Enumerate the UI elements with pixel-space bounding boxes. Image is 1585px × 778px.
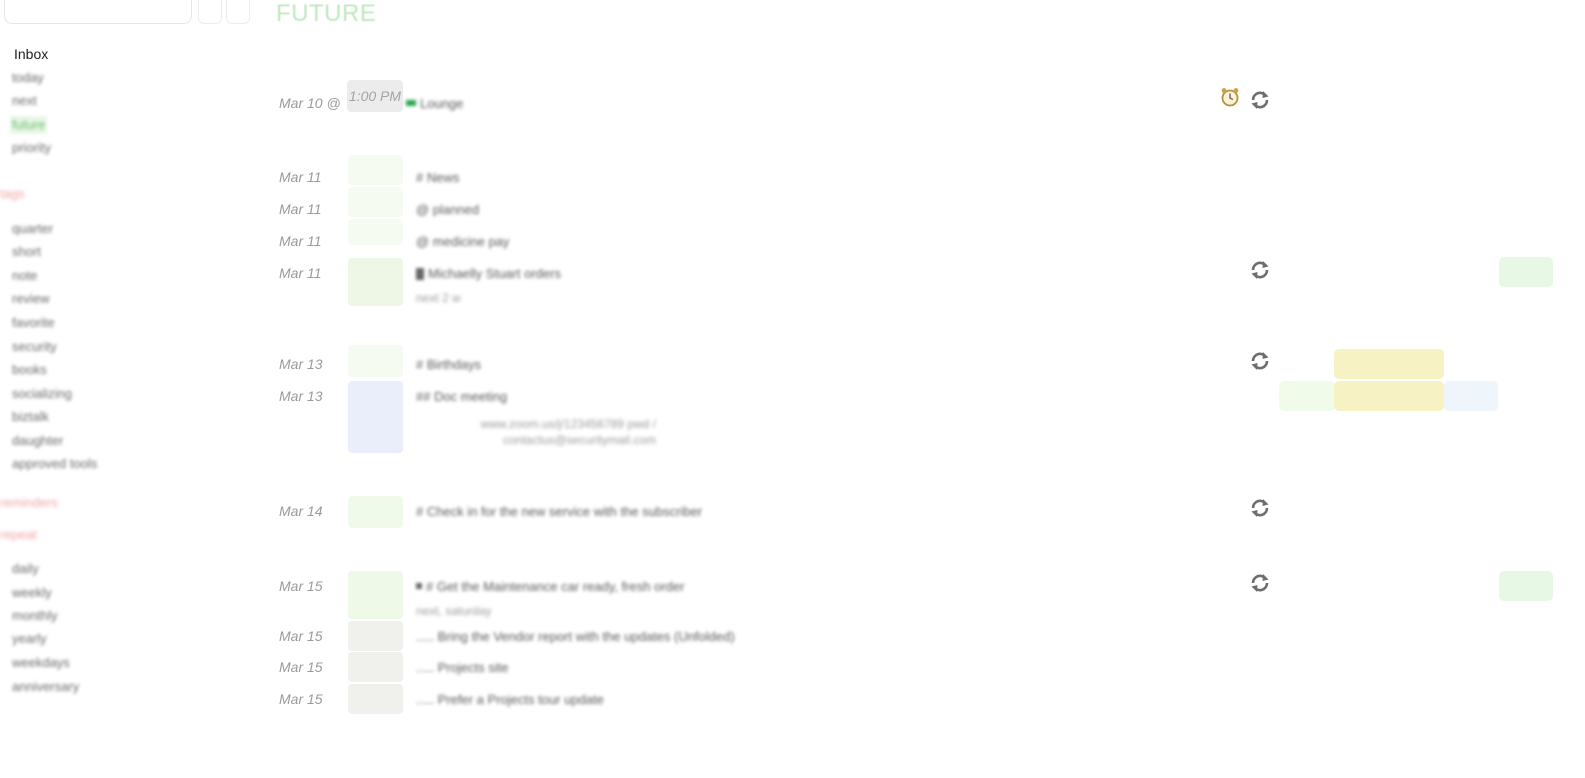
tag-chip[interactable]	[1499, 571, 1553, 601]
repeat-icon[interactable]	[1249, 572, 1271, 594]
sidebar-repeat[interactable]: daily	[12, 560, 39, 578]
tag-chip[interactable]	[1499, 257, 1553, 287]
task-title[interactable]: ..... Projects site	[416, 659, 508, 677]
task-color-swatch	[348, 219, 403, 245]
sidebar-tag[interactable]: security	[12, 338, 57, 356]
task-color-swatch	[348, 684, 403, 714]
task-color-swatch	[348, 345, 403, 377]
sidebar-tag[interactable]: favorite	[12, 314, 55, 332]
search-button[interactable]	[198, 0, 222, 24]
task-title-text: # Get the Maintenance car ready, fresh o…	[426, 579, 685, 594]
task-color-swatch	[348, 621, 403, 651]
sidebar-tag[interactable]: biztalk	[12, 408, 49, 426]
task-title-text: Lounge	[420, 96, 464, 111]
tag-chip[interactable]	[1334, 381, 1444, 411]
sidebar-item-priority[interactable]: priority	[12, 139, 51, 157]
task-title[interactable]: ## Doc meeting	[416, 388, 507, 406]
sidebar-repeat[interactable]: yearly	[12, 630, 47, 648]
menu-button[interactable]	[226, 0, 250, 24]
sidebar-item-inbox[interactable]: Inbox	[14, 45, 48, 63]
sidebar: Inbox today next future priority tags qu…	[0, 0, 260, 778]
task-date: Mar 11	[279, 265, 322, 281]
task-title[interactable]: @ planned	[416, 201, 479, 219]
task-date: Mar 11	[279, 169, 322, 185]
search-input[interactable]	[4, 0, 192, 24]
task-color-swatch	[348, 155, 403, 185]
task-title[interactable]: Lounge	[406, 95, 463, 113]
sidebar-tag[interactable]: short	[12, 243, 41, 261]
priority-marker	[416, 583, 422, 589]
sidebar-tag[interactable]: review	[12, 290, 50, 308]
task-date: Mar 13	[279, 388, 323, 404]
task-title[interactable]: Michaelly Stuart orders	[416, 265, 561, 283]
repeat-icon[interactable]	[1249, 259, 1271, 281]
sidebar-repeat[interactable]: weekdays	[12, 654, 70, 672]
task-time[interactable]: 1:00 PM	[347, 80, 403, 112]
tag-chip[interactable]	[1279, 381, 1335, 411]
sidebar-item-future[interactable]: future	[10, 116, 48, 134]
page-title: FUTURE	[276, 0, 377, 27]
sidebar-heading-reminders[interactable]: reminders	[0, 494, 58, 512]
task-date: Mar 14	[279, 503, 323, 519]
tag-chip[interactable]	[1334, 349, 1444, 379]
task-title[interactable]: ..... Prefer a Projects tour update	[416, 691, 604, 709]
task-note: www.zoom.us/j/123456789 pwd / contactus@…	[480, 417, 656, 447]
sidebar-repeat[interactable]: weekly	[12, 584, 52, 602]
task-color-swatch	[348, 258, 403, 306]
task-title[interactable]: # Birthdays	[416, 356, 481, 374]
repeat-icon[interactable]	[1249, 89, 1271, 111]
task-date: Mar 13	[279, 356, 323, 372]
task-title[interactable]: @ medicine pay	[416, 233, 509, 251]
sidebar-tag[interactable]: socializing	[12, 385, 72, 403]
task-title[interactable]: ..... Bring the Vendor report with the u…	[416, 628, 735, 646]
task-date: Mar 10 @	[279, 95, 341, 111]
task-date: Mar 15	[279, 691, 323, 707]
task-color-swatch	[348, 187, 403, 217]
sidebar-repeat[interactable]: monthly	[12, 607, 58, 625]
task-color-swatch	[348, 496, 403, 528]
sidebar-item-next[interactable]: next	[12, 92, 37, 110]
sidebar-repeat[interactable]: anniversary	[12, 678, 79, 696]
sidebar-heading-repeat[interactable]: repeat	[0, 526, 37, 544]
task-note: next 2 w	[416, 291, 461, 305]
task-date: Mar 11	[279, 201, 322, 217]
sidebar-tag[interactable]: daughter	[12, 432, 63, 450]
task-title-text: Michaelly Stuart orders	[428, 266, 561, 281]
priority-marker	[406, 100, 416, 106]
tag-chip[interactable]	[1444, 381, 1498, 411]
sidebar-item-today[interactable]: today	[12, 69, 44, 87]
task-date: Mar 15	[279, 578, 323, 594]
repeat-icon[interactable]	[1249, 350, 1271, 372]
task-color-swatch	[348, 381, 403, 453]
task-note: next, saturday	[416, 604, 492, 618]
sidebar-tag[interactable]: books	[12, 361, 47, 379]
task-title[interactable]: # Check in for the new service with the …	[416, 503, 702, 521]
task-title[interactable]: # Get the Maintenance car ready, fresh o…	[416, 578, 684, 596]
sidebar-tag[interactable]: note	[12, 267, 37, 285]
repeat-icon[interactable]	[1249, 497, 1271, 519]
sidebar-tag[interactable]: approved tools	[12, 455, 97, 473]
task-color-swatch	[348, 652, 403, 682]
task-title[interactable]: # News	[416, 169, 459, 187]
task-date: Mar 15	[279, 628, 323, 644]
priority-marker	[416, 268, 424, 280]
task-date: Mar 11	[279, 233, 322, 249]
task-color-swatch	[348, 571, 403, 619]
sidebar-heading-tags[interactable]: tags	[0, 185, 25, 203]
sidebar-tag[interactable]: quarter	[12, 220, 53, 238]
alarm-clock-icon[interactable]	[1219, 86, 1241, 108]
task-date: Mar 15	[279, 659, 323, 675]
